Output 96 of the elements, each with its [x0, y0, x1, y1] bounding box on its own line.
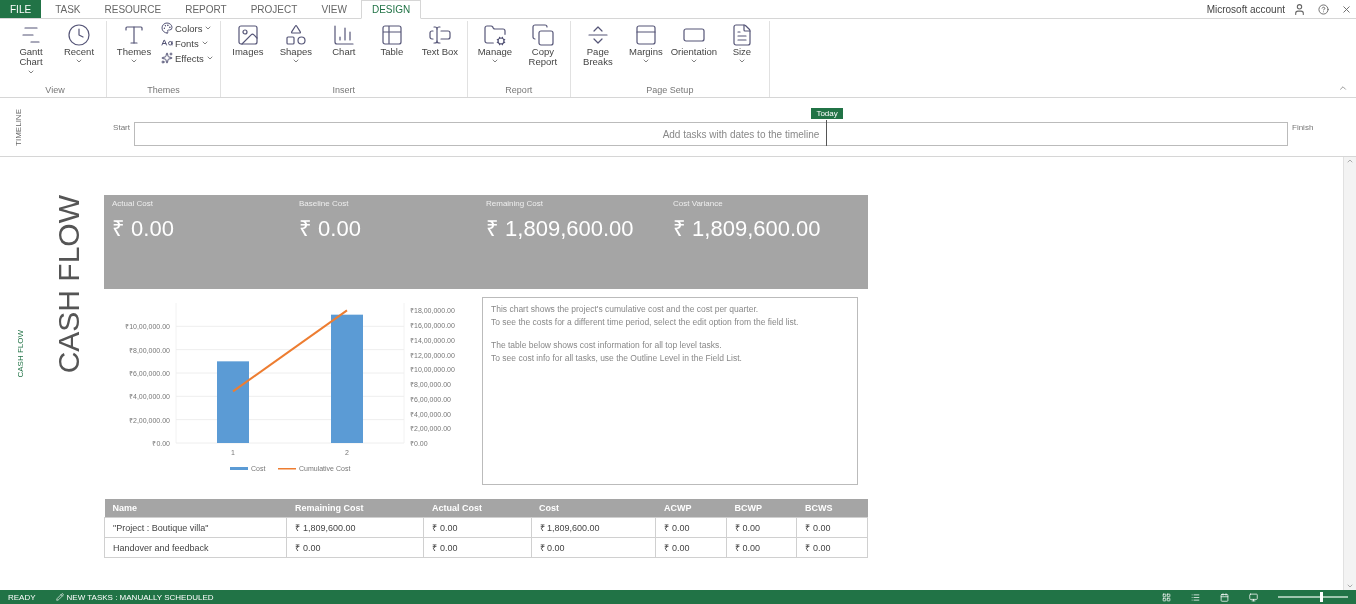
task-mode-text: NEW TASKS : MANUALLY SCHEDULED — [66, 592, 214, 602]
ribbon-button[interactable]: Manage — [471, 21, 518, 85]
table-cell: ₹ 0.00 — [726, 517, 797, 538]
group-label: View — [44, 85, 66, 97]
scroll-up-icon[interactable] — [1346, 157, 1354, 165]
table-cell: Handover and feedback — [104, 537, 287, 558]
column-header: BCWS — [796, 499, 868, 518]
status-ready: READY — [8, 592, 36, 602]
sparkle-icon — [161, 52, 173, 64]
shapes-icon — [283, 23, 308, 47]
ribbon-button[interactable]: Shapes — [272, 21, 319, 85]
ribbon-tab[interactable]: RESOURCE — [94, 0, 172, 18]
note-text: This chart shows the project's cumulative cost and the cost per quarter. — [491, 304, 760, 316]
table-cell: ₹ 0.00 — [287, 537, 424, 558]
table-cell: ₹ 0.00 — [796, 537, 868, 558]
margins-icon — [633, 23, 658, 47]
ribbon-tab[interactable]: TASK — [45, 0, 91, 18]
text-box-icon — [427, 23, 452, 47]
table-cell: ₹ 0.00 — [655, 517, 727, 538]
start-label: Start — [112, 122, 131, 132]
column-header: BCWP — [726, 499, 797, 518]
pencil-icon — [55, 593, 64, 601]
account-name[interactable]: Microsoft account — [1206, 3, 1285, 15]
image-icon — [235, 23, 260, 47]
list-icon[interactable] — [1191, 592, 1200, 602]
ribbon-button[interactable]: Table — [368, 21, 415, 85]
note-text: To see cost info for all tasks, use the Outline Level in the Field List. — [491, 353, 743, 365]
ribbon-tab[interactable]: REPORT — [175, 0, 237, 18]
report-title: CASH FLOW — [52, 195, 86, 374]
ribbon-button[interactable]: Recent — [56, 21, 102, 85]
table-icon — [379, 23, 404, 47]
ribbon-tab[interactable]: FILE — [0, 0, 42, 18]
table-cell: ₹ 0.00 — [726, 537, 797, 558]
timeline-hint: Add tasks with dates to the timeline — [662, 128, 820, 140]
view-label: CASH FLOW — [15, 329, 25, 378]
ribbon-button[interactable]: Size — [718, 21, 765, 85]
ribbon-button[interactable]: Chart — [320, 21, 367, 85]
ribbon-button[interactable]: Page Breaks — [574, 21, 621, 85]
tile-value: ₹ 1,809,600.00 — [673, 216, 822, 243]
grid-icon[interactable] — [1162, 592, 1171, 602]
group-label: Page Setup — [645, 85, 695, 97]
ribbon-button[interactable]: Fonts — [159, 36, 216, 50]
column-header: Cost — [531, 499, 656, 518]
table-cell: ₹ 0.00 — [655, 537, 727, 558]
scroll-down-icon[interactable] — [1346, 582, 1354, 590]
note-text: To see the costs for a different time period, select the edit option from the field list. — [491, 317, 800, 329]
ribbon-button[interactable]: Text Box — [416, 21, 463, 85]
finish-label: Finish — [1291, 122, 1315, 132]
folder-icon — [482, 23, 507, 47]
copy-icon — [530, 23, 555, 47]
table-cell: ₹ 1,809,600.00 — [531, 517, 656, 538]
note-text: The table below shows cost information for all top level tasks. — [491, 340, 723, 352]
group-label: Report — [504, 85, 534, 97]
tile-label: Remaining Cost — [486, 199, 544, 208]
table-cell: ₹ 0.00 — [424, 517, 531, 538]
group-label: Insert — [331, 85, 357, 97]
tile-value: ₹ 0.00 — [299, 216, 362, 243]
today-marker: Today — [811, 108, 843, 119]
bar-chart-icon — [331, 23, 356, 47]
table-cell: ₹ 0.00 — [796, 517, 868, 538]
tile-label: Baseline Cost — [299, 199, 350, 208]
table-cell: "Project : Boutique villa" — [104, 517, 287, 538]
monitor-icon[interactable] — [1249, 592, 1258, 602]
timeline-label: TIMELINE — [13, 108, 23, 146]
group-label: Themes — [146, 85, 181, 97]
ribbon-tab[interactable]: DESIGN — [360, 0, 422, 19]
table-cell: ₹ 0.00 — [531, 537, 656, 558]
ribbon-button[interactable]: Gantt Chart — [8, 21, 54, 85]
letter-icon — [122, 23, 146, 47]
ribbon-tab[interactable]: PROJECT — [240, 0, 308, 18]
tile-label: Actual Cost — [112, 199, 154, 208]
letters-icon — [161, 37, 173, 49]
clock-icon — [67, 23, 91, 47]
tile-label: Cost Variance — [673, 199, 724, 208]
tile-value: ₹ 0.00 — [112, 216, 175, 243]
zoom-thumb[interactable] — [1320, 592, 1323, 602]
ribbon-button[interactable]: Images — [224, 21, 271, 85]
timeline-bar[interactable]: Add tasks with dates to the timeline — [134, 122, 1288, 146]
tile-value: ₹ 1,809,600.00 — [486, 216, 635, 243]
ribbon-button[interactable]: Themes — [111, 21, 157, 85]
ribbon-button[interactable]: Effects — [159, 51, 216, 65]
table-cell: ₹ 0.00 — [424, 537, 531, 558]
column-header: Name — [104, 499, 287, 518]
ribbon-button[interactable]: Copy Report — [519, 21, 566, 85]
ribbon-tab[interactable]: VIEW — [311, 0, 357, 18]
palette-icon — [161, 22, 173, 34]
ribbon-button[interactable]: Margins — [622, 21, 669, 85]
ribbon-button[interactable]: Colors — [159, 21, 216, 35]
column-header: Remaining Cost — [287, 499, 424, 518]
scrollbar[interactable] — [1343, 157, 1356, 590]
legend-swatch — [230, 467, 248, 470]
ribbon-button[interactable]: Orientation — [670, 21, 717, 85]
calendar-icon[interactable] — [1220, 592, 1229, 602]
column-header: Actual Cost — [424, 499, 531, 518]
column-header: ACWP — [655, 499, 727, 518]
table-cell: ₹ 1,809,600.00 — [287, 517, 424, 538]
